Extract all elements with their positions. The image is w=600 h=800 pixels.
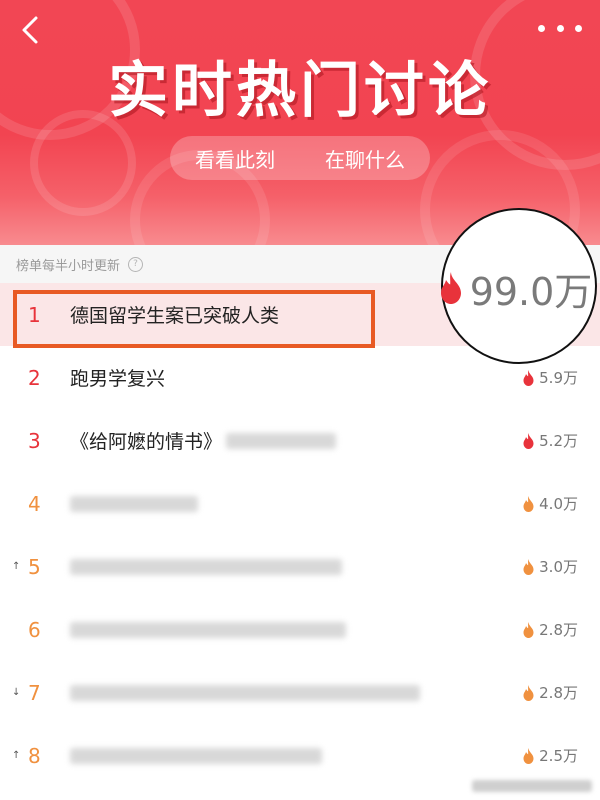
- topic-title: 《给阿嬷的情书》: [70, 409, 337, 472]
- more-dots-icon: [575, 24, 582, 32]
- list-item[interactable]: 3 《给阿嬷的情书》 5.2万: [0, 409, 600, 472]
- topic-text: 跑男学复兴: [70, 368, 166, 390]
- tab-look-now[interactable]: 看看此刻: [187, 140, 283, 177]
- heat-value: 5.2万: [522, 409, 578, 472]
- trend-up-icon: ↑: [12, 561, 21, 572]
- rank-number: 2: [28, 365, 41, 390]
- more-button[interactable]: [538, 14, 582, 42]
- more-dots-icon: [556, 24, 564, 32]
- heat-value: 3.0万: [522, 535, 578, 598]
- heat-value: 2.8万: [522, 661, 578, 724]
- blurred-text: [70, 684, 420, 701]
- topic-title: [70, 535, 342, 598]
- heat-text: 2.8万: [539, 684, 578, 702]
- topic-title: [70, 598, 346, 661]
- blurred-text: [70, 495, 198, 512]
- topic-title: [70, 472, 198, 535]
- list-item[interactable]: ↑ 8 2.5万: [0, 724, 600, 787]
- zoom-annotation-circle: 99.0万: [438, 208, 597, 364]
- rank-number: 8: [28, 743, 41, 768]
- flame-icon: [523, 432, 534, 449]
- flame-icon: [523, 369, 534, 386]
- blurred-text: [70, 621, 346, 638]
- list-item[interactable]: ↑ 5 3.0万: [0, 535, 600, 598]
- heat-text: 5.2万: [539, 432, 578, 450]
- trend-up-icon: ↑: [12, 750, 21, 761]
- trend-down-icon: ↓: [12, 687, 21, 698]
- topic-title: [70, 661, 420, 724]
- zoom-heat-value: 99.0万: [469, 269, 593, 314]
- blurred-text: [226, 432, 337, 449]
- rank-number: 3: [28, 428, 41, 453]
- topic-text: 《给阿嬷的情书》: [70, 431, 223, 453]
- blurred-text: [70, 558, 342, 575]
- rank-number: 5: [28, 554, 41, 579]
- heat-value: 2.8万: [522, 598, 578, 661]
- flame-icon: [523, 747, 534, 764]
- blurred-text: [70, 747, 322, 764]
- heat-text: 3.0万: [539, 558, 578, 576]
- rank-number: 4: [28, 491, 41, 516]
- heat-value: 2.5万: [522, 724, 578, 787]
- question-circle-icon[interactable]: ?: [128, 256, 144, 272]
- highlight-annotation-box: [13, 290, 375, 348]
- more-dots-icon: [538, 24, 545, 32]
- tab-bar: 看看此刻 在聊什么: [170, 136, 430, 180]
- list-item[interactable]: ↓ 7 2.8万: [0, 661, 600, 724]
- flame-icon: [440, 272, 461, 304]
- heat-text: 4.0万: [539, 495, 578, 513]
- list-item[interactable]: 6 2.8万: [0, 598, 600, 661]
- topic-title: [70, 724, 322, 787]
- heat-value: 4.0万: [522, 472, 578, 535]
- heat-text: 2.8万: [539, 621, 578, 639]
- tab-what-chatting[interactable]: 在聊什么: [317, 140, 413, 177]
- update-notice-text: 榜单每半小时更新: [16, 258, 121, 274]
- topic-title: 跑男学复兴: [70, 346, 165, 409]
- flame-icon: [523, 558, 534, 575]
- rank-number: 7: [28, 680, 41, 705]
- heat-text: 2.5万: [539, 747, 578, 765]
- zoom-heat: 99.0万: [438, 261, 593, 316]
- rank-number: 6: [28, 617, 41, 642]
- watermark: [472, 780, 592, 796]
- flame-icon: [523, 495, 534, 512]
- page-title: 实时热门讨论: [108, 56, 492, 126]
- flame-icon: [523, 684, 534, 701]
- flame-icon: [523, 621, 534, 638]
- list-item[interactable]: 4 4.0万: [0, 472, 600, 535]
- heat-text: 5.9万: [539, 369, 578, 387]
